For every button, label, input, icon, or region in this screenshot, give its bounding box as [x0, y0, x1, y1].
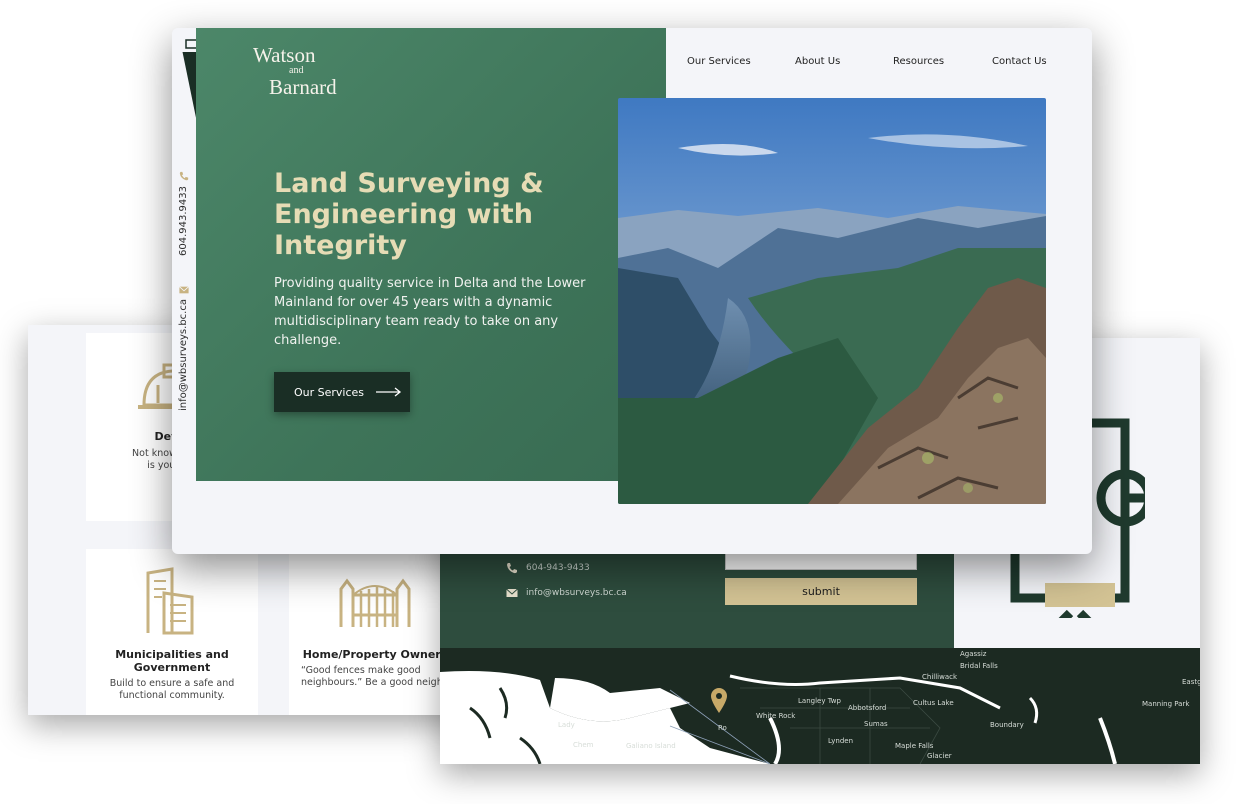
- hero-subtitle: Providing quality service in Delta and t…: [274, 276, 586, 348]
- map-label: Cultus Lake: [913, 699, 954, 707]
- screenshot-collage: Devel Not knowing you is your onl Munici…: [0, 0, 1236, 804]
- map-label: Manning Park: [1142, 700, 1190, 708]
- region-map[interactable]: Agassiz Bridal Falls Chilliwack Eastg La…: [440, 648, 1200, 764]
- map-label: Boundary: [990, 721, 1024, 729]
- nav-our-services[interactable]: Our Services: [687, 56, 751, 67]
- tile-title: Home/Property Owners: [302, 648, 448, 661]
- map-label: Galiano Island: [626, 742, 676, 750]
- logo-line-1: Watson: [253, 43, 316, 67]
- contact-email: info@wbsurveys.bc.ca: [526, 588, 627, 598]
- arrow-right-icon: [376, 387, 402, 397]
- our-services-button[interactable]: Our Services: [274, 372, 410, 412]
- contact-phone: 604-943-9433: [526, 563, 590, 573]
- map-label: Abbotsford: [848, 704, 887, 712]
- map-label: Maple Falls: [895, 742, 934, 750]
- nav-contact-us[interactable]: Contact Us: [992, 56, 1047, 67]
- map-label: Chem: [573, 741, 594, 749]
- submit-button[interactable]: submit: [725, 578, 917, 605]
- nav-about-us[interactable]: About Us: [795, 56, 840, 67]
- our-services-button-label: Our Services: [294, 385, 365, 399]
- phone-icon: [507, 563, 517, 574]
- fence-icon: [339, 578, 411, 627]
- map-label: Bridal Falls: [960, 662, 998, 670]
- hero-panel: Watson and Barnard Land Surveying & Engi…: [196, 28, 666, 481]
- phone-icon: [179, 171, 189, 181]
- hero-title: Land Surveying & Engineering with Integr…: [274, 168, 544, 261]
- map-pin-icon: [711, 688, 727, 713]
- envelope-icon: [506, 588, 518, 597]
- map-label: Chilliwack: [922, 673, 958, 681]
- audience-tile-home-owners[interactable]: Home/Property Owners “Good fences make g…: [289, 549, 461, 715]
- hero-photo-mountains: [618, 98, 1046, 504]
- logo-line-3: Barnard: [269, 75, 337, 99]
- map-label: Sumas: [864, 720, 888, 728]
- side-contact: 604.943.9433 info@wbsurveys.bc.ca: [174, 171, 194, 416]
- side-phone[interactable]: 604.943.9433: [178, 186, 189, 256]
- side-email[interactable]: info@wbsurveys.bc.ca: [178, 299, 189, 411]
- map-label: Langley Twp: [798, 697, 841, 705]
- logo[interactable]: Watson and Barnard: [253, 44, 337, 98]
- map-label: White Rock: [756, 712, 796, 720]
- audience-tile-municipalities[interactable]: Municipalities and Government Build to e…: [86, 549, 258, 715]
- contact-phone-row[interactable]: 604-943-9433: [506, 562, 590, 574]
- map-canvas: [440, 671, 1117, 764]
- map-label: Agassiz: [960, 650, 987, 658]
- envelope-icon: [179, 286, 189, 294]
- nav-resources[interactable]: Resources: [893, 56, 944, 67]
- buildings-icon: [146, 567, 194, 635]
- hero-card: 604.943.9433 info@wbsurveys.bc.ca Watson…: [172, 28, 1092, 554]
- map-label: Glacier: [927, 752, 952, 760]
- map-label: Lady: [558, 721, 575, 729]
- tile-desc: Build to ensure a safe and functional co…: [109, 678, 235, 701]
- tile-title: Municipalities and Government: [115, 648, 229, 674]
- contact-email-row[interactable]: info@wbsurveys.bc.ca: [506, 587, 627, 599]
- map-label: Ro: [718, 724, 727, 732]
- map-label: Lynden: [828, 737, 854, 745]
- map-label: Eastg: [1182, 678, 1200, 686]
